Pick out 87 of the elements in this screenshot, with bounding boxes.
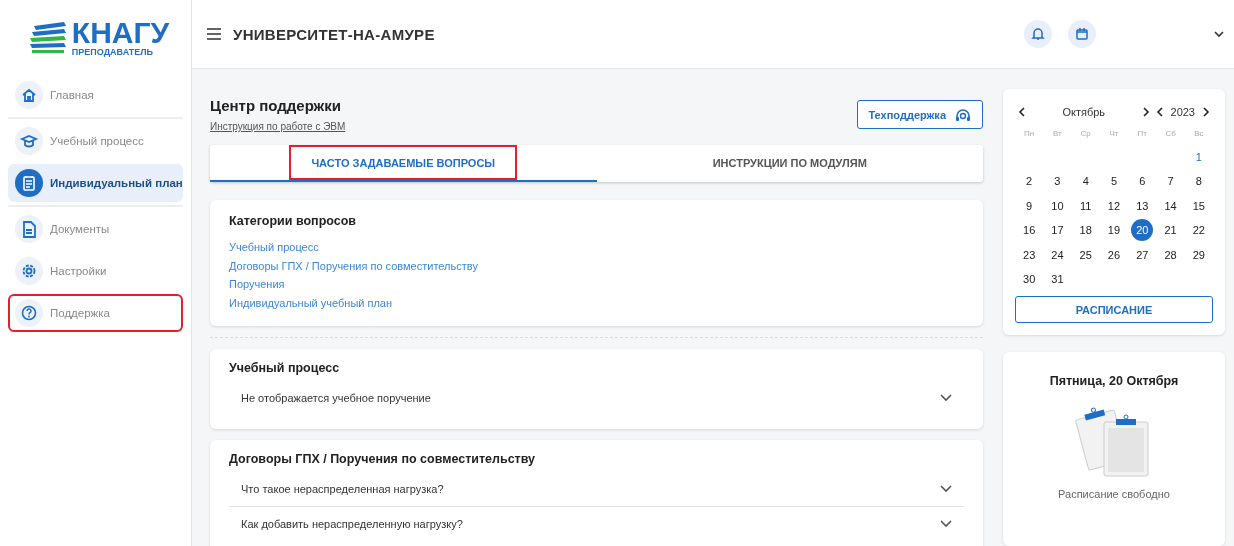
calendar-day[interactable]: 15 <box>1187 194 1210 217</box>
calendar-day[interactable]: 24 <box>1046 243 1069 266</box>
calendar-day[interactable]: 23 <box>1018 243 1041 266</box>
calendar-day[interactable]: 16 <box>1018 219 1041 241</box>
month-label: Октябрь <box>1061 106 1107 118</box>
calendar-button[interactable] <box>1068 20 1096 48</box>
calendar-day[interactable]: 20 <box>1131 219 1154 241</box>
chevron-right-icon <box>1202 107 1210 117</box>
category-link[interactable]: Индивидуальный учебный план <box>229 293 964 312</box>
faq-question[interactable]: Как добавить нераспределенную нагрузку? <box>229 506 964 540</box>
faq-question[interactable]: Что такое нераспределенная нагрузка? <box>229 472 964 506</box>
calendar-day[interactable]: 13 <box>1131 194 1154 217</box>
calendar-day[interactable]: 6 <box>1131 170 1154 192</box>
category-link[interactable]: Договоры ГПХ / Поручения по совместительству <box>229 256 964 275</box>
sidebar-item[interactable]: Настройки <box>8 252 183 290</box>
calendar-day[interactable]: 17 <box>1046 219 1069 241</box>
calendar-icon <box>1075 27 1089 41</box>
calendar-day[interactable]: 29 <box>1187 243 1210 266</box>
weekday-label: Ср <box>1079 128 1092 140</box>
calendar-day[interactable]: 2 <box>1018 170 1041 192</box>
calendar-day[interactable]: 7 <box>1159 170 1182 192</box>
calendar-day[interactable]: 11 <box>1074 194 1097 217</box>
calendar-day[interactable]: 25 <box>1074 243 1097 266</box>
page-title: Центр поддержки <box>210 97 342 114</box>
help-icon <box>15 299 43 327</box>
sidebar-item[interactable]: Индивидуальный план <box>8 164 183 202</box>
weekday-label: Сб <box>1164 128 1177 140</box>
sidebar-item[interactable]: Поддержка <box>8 294 183 332</box>
logo-icon <box>29 20 68 54</box>
calendar-day[interactable]: 19 <box>1103 219 1125 241</box>
category-link[interactable]: Учебный процесс <box>229 238 964 257</box>
university-title: УНИВЕРСИТЕТ-НА-АМУРЕ <box>233 25 436 43</box>
calendar-day[interactable]: 14 <box>1159 194 1182 217</box>
settings-icon <box>15 257 43 285</box>
weekday-label: Пт <box>1136 128 1148 140</box>
calendar-day[interactable]: 5 <box>1103 170 1125 192</box>
calendar-day[interactable]: 21 <box>1159 219 1182 241</box>
calendar-day[interactable]: 18 <box>1074 219 1097 241</box>
question-text: Не отображается учебное поручение <box>241 392 431 404</box>
headset-icon <box>954 106 972 123</box>
clipboard-list-icon <box>15 169 43 197</box>
calendar-day[interactable]: 12 <box>1103 194 1125 217</box>
schedule-date: Пятница, 20 Октября <box>1049 374 1179 388</box>
logo-title: КНАГУ <box>71 17 170 48</box>
chevron-left-icon <box>1155 107 1164 117</box>
chevron-right-icon <box>1141 107 1150 117</box>
notifications-button[interactable] <box>1024 20 1052 48</box>
section-title: Договоры ГПХ / Поручения по совместительству <box>229 452 537 466</box>
calendar-day[interactable]: 8 <box>1187 170 1210 192</box>
bell-icon <box>1031 27 1045 41</box>
calendar-day[interactable]: 3 <box>1046 170 1069 192</box>
dropdown-chevron-icon[interactable] <box>1214 30 1224 38</box>
category-link[interactable]: Поручения <box>229 275 964 294</box>
menu-icon[interactable] <box>207 28 221 40</box>
weekday-label: Вт <box>1052 128 1063 140</box>
sidebar-item[interactable]: Учебный процесс <box>8 122 183 160</box>
support-button[interactable]: Техподдержка <box>857 100 983 129</box>
calendar-day[interactable]: 27 <box>1131 243 1154 266</box>
card-title: Категории вопросов <box>229 214 358 228</box>
chevron-left-icon <box>1018 107 1026 117</box>
sidebar-item[interactable]: Документы <box>8 210 183 248</box>
calendar-day[interactable]: 1 <box>1187 145 1210 168</box>
instruction-link[interactable]: Инструкция по работе с ЭВМ <box>210 121 346 132</box>
weekday-label: Чт <box>1108 128 1120 140</box>
calendar-day[interactable]: 9 <box>1018 194 1041 217</box>
section-title: Учебный процесс <box>229 361 341 375</box>
faq-question[interactable]: Не отображается учебное поручение <box>229 381 964 415</box>
question-text: Как добавить нераспределенную нагрузку? <box>241 517 463 530</box>
calendar-day[interactable]: 30 <box>1018 268 1041 290</box>
sidebar-item[interactable]: Главная <box>8 76 183 114</box>
question-text: Что такое нераспределенная нагрузка? <box>241 483 444 495</box>
calendar-day[interactable]: 4 <box>1074 170 1097 192</box>
weekday-label: Вс <box>1193 128 1205 140</box>
calendar-day[interactable]: 22 <box>1187 219 1210 241</box>
home-icon <box>15 81 43 109</box>
empty-schedule-text: Расписание свободно <box>1058 488 1170 500</box>
weekday-label: Пн <box>1023 128 1036 140</box>
calendar-day[interactable]: 10 <box>1046 194 1069 217</box>
graduation-cap-icon <box>15 127 43 155</box>
calendar-day[interactable]: 31 <box>1046 268 1069 290</box>
schedule-button[interactable]: РАСПИСАНИЕ <box>1015 296 1213 323</box>
calendar-day[interactable]: 26 <box>1103 243 1125 266</box>
tab[interactable]: ИНСТРУКЦИИ ПО МОДУЛЯМ <box>596 145 983 182</box>
calendar-day[interactable]: 28 <box>1159 243 1182 266</box>
document-icon <box>15 215 43 243</box>
year-label: 2023 <box>1170 106 1195 118</box>
logo-subtitle: ПРЕПОДАВАТЕЛЬ <box>71 47 154 57</box>
